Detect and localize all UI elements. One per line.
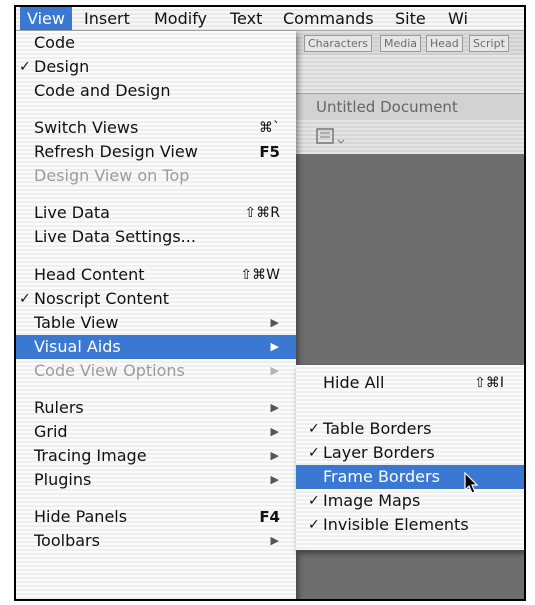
submenu-arrow-icon: ▶ <box>270 316 279 329</box>
menu-item-rulers[interactable]: Rulers ▶ <box>16 396 296 420</box>
menu-item-table-view[interactable]: Table View ▶ <box>16 311 296 335</box>
menu-modify[interactable]: Modify <box>147 7 214 30</box>
shortcut-label: ⇧⌘R <box>244 205 280 221</box>
menu-window[interactable]: Wi <box>441 7 475 30</box>
menu-item-label: Table View <box>34 313 119 332</box>
shortcut-label: F5 <box>259 143 280 161</box>
submenu-arrow-icon: ▶ <box>270 534 279 547</box>
menu-commands[interactable]: Commands <box>276 7 381 30</box>
menu-item-hide-all[interactable]: Hide All ⇧⌘I <box>296 371 524 395</box>
menu-item-code-view-options: Code View Options ▶ <box>16 359 296 383</box>
shortcut-label: ⇧⌘W <box>240 267 280 283</box>
menu-item-label: Toolbars <box>34 531 100 550</box>
mouse-cursor-icon <box>464 472 479 494</box>
menu-item-label: Head Content <box>34 265 145 284</box>
menu-item-label: Switch Views <box>34 118 139 137</box>
menu-item-switch-views[interactable]: Switch Views ⌘` <box>16 116 296 140</box>
menu-item-design-view-on-top: Design View on Top <box>16 164 296 188</box>
menu-item-layer-borders[interactable]: ✓ Layer Borders <box>296 441 524 465</box>
menu-item-live-data-settings[interactable]: Live Data Settings... <box>16 225 296 249</box>
tab-script[interactable]: Script <box>469 35 509 52</box>
submenu-arrow-icon: ▶ <box>270 473 279 486</box>
menu-item-frame-borders[interactable]: Frame Borders <box>296 465 524 489</box>
menu-view[interactable]: View <box>20 7 72 30</box>
submenu-arrow-icon: ▶ <box>270 401 279 414</box>
check-icon: ✓ <box>308 445 320 461</box>
toolbar-icons[interactable] <box>314 126 354 148</box>
menu-item-label: Hide Panels <box>34 507 128 526</box>
check-icon: ✓ <box>19 59 31 75</box>
menu-item-label: Code <box>34 33 75 52</box>
menu-site[interactable]: Site <box>388 7 433 30</box>
menu-item-label: Rulers <box>34 398 84 417</box>
menu-text[interactable]: Text <box>223 7 269 30</box>
menu-item-tracing-image[interactable]: Tracing Image ▶ <box>16 444 296 468</box>
menu-item-table-borders[interactable]: ✓ Table Borders <box>296 417 524 441</box>
menu-item-label: Refresh Design View <box>34 142 198 161</box>
menu-item-label: Visual Aids <box>34 337 121 356</box>
menu-item-code-and-design[interactable]: Code and Design <box>16 79 296 103</box>
menu-insert[interactable]: Insert <box>77 7 137 30</box>
screenshot-frame: Characters Media Head Script Untitled Do… <box>14 5 526 601</box>
menu-item-image-maps[interactable]: ✓ Image Maps <box>296 489 524 513</box>
menu-item-label: Invisible Elements <box>323 515 469 534</box>
check-icon: ✓ <box>308 517 320 533</box>
menu-item-label: Design <box>34 57 90 76</box>
menu-item-hide-panels[interactable]: Hide Panels F4 <box>16 505 296 529</box>
menu-item-label: Code and Design <box>34 81 171 100</box>
tab-media[interactable]: Media <box>380 35 422 52</box>
menu-item-grid[interactable]: Grid ▶ <box>16 420 296 444</box>
submenu-arrow-icon: ▶ <box>270 425 279 438</box>
menu-item-visual-aids[interactable]: Visual Aids ▶ <box>16 335 296 359</box>
menu-item-label: Frame Borders <box>323 467 440 486</box>
check-icon: ✓ <box>308 421 320 437</box>
check-icon: ✓ <box>308 493 320 509</box>
menu-item-label: Code View Options <box>34 361 185 380</box>
menu-item-label: Design View on Top <box>34 166 190 185</box>
menu-item-label: Tracing Image <box>34 446 147 465</box>
menu-item-code[interactable]: Code <box>16 31 296 55</box>
menu-item-label: Plugins <box>34 470 92 489</box>
menu-item-design[interactable]: ✓ Design <box>16 55 296 79</box>
menu-item-label: Table Borders <box>323 419 432 438</box>
menu-item-invisible-elements[interactable]: ✓ Invisible Elements <box>296 513 524 537</box>
menu-item-label: Image Maps <box>323 491 421 510</box>
submenu-arrow-icon: ▶ <box>270 340 279 353</box>
check-icon: ✓ <box>19 291 31 307</box>
menu-bar: View Insert Modify Text Commands Site Wi <box>16 7 524 31</box>
view-menu: Code ✓ Design Code and Design Switch Vie… <box>16 31 296 599</box>
shortcut-label: ⇧⌘I <box>474 375 504 391</box>
tab-head[interactable]: Head <box>426 35 463 52</box>
menu-item-live-data[interactable]: Live Data ⇧⌘R <box>16 201 296 225</box>
menu-item-toolbars[interactable]: Toolbars ▶ <box>16 529 296 553</box>
menu-item-label: Grid <box>34 422 68 441</box>
submenu-arrow-icon: ▶ <box>270 449 279 462</box>
menu-item-label: Hide All <box>323 373 385 392</box>
menu-item-refresh-design-view[interactable]: Refresh Design View F5 <box>16 140 296 164</box>
menu-item-label: Layer Borders <box>323 443 435 462</box>
menu-item-label: Live Data <box>34 203 110 222</box>
menu-item-label: Live Data Settings... <box>34 227 196 246</box>
menu-item-plugins[interactable]: Plugins ▶ <box>16 468 296 492</box>
shortcut-label: F4 <box>259 508 280 526</box>
submenu-arrow-icon: ▶ <box>270 364 279 377</box>
menu-item-head-content[interactable]: Head Content ⇧⌘W <box>16 263 296 287</box>
menu-item-noscript-content[interactable]: ✓ Noscript Content <box>16 287 296 311</box>
tab-characters[interactable]: Characters <box>304 35 373 52</box>
shortcut-label: ⌘` <box>259 120 280 136</box>
menu-item-label: Noscript Content <box>34 289 170 308</box>
visual-aids-submenu: Hide All ⇧⌘I ✓ Table Borders ✓ Layer Bor… <box>296 365 524 550</box>
